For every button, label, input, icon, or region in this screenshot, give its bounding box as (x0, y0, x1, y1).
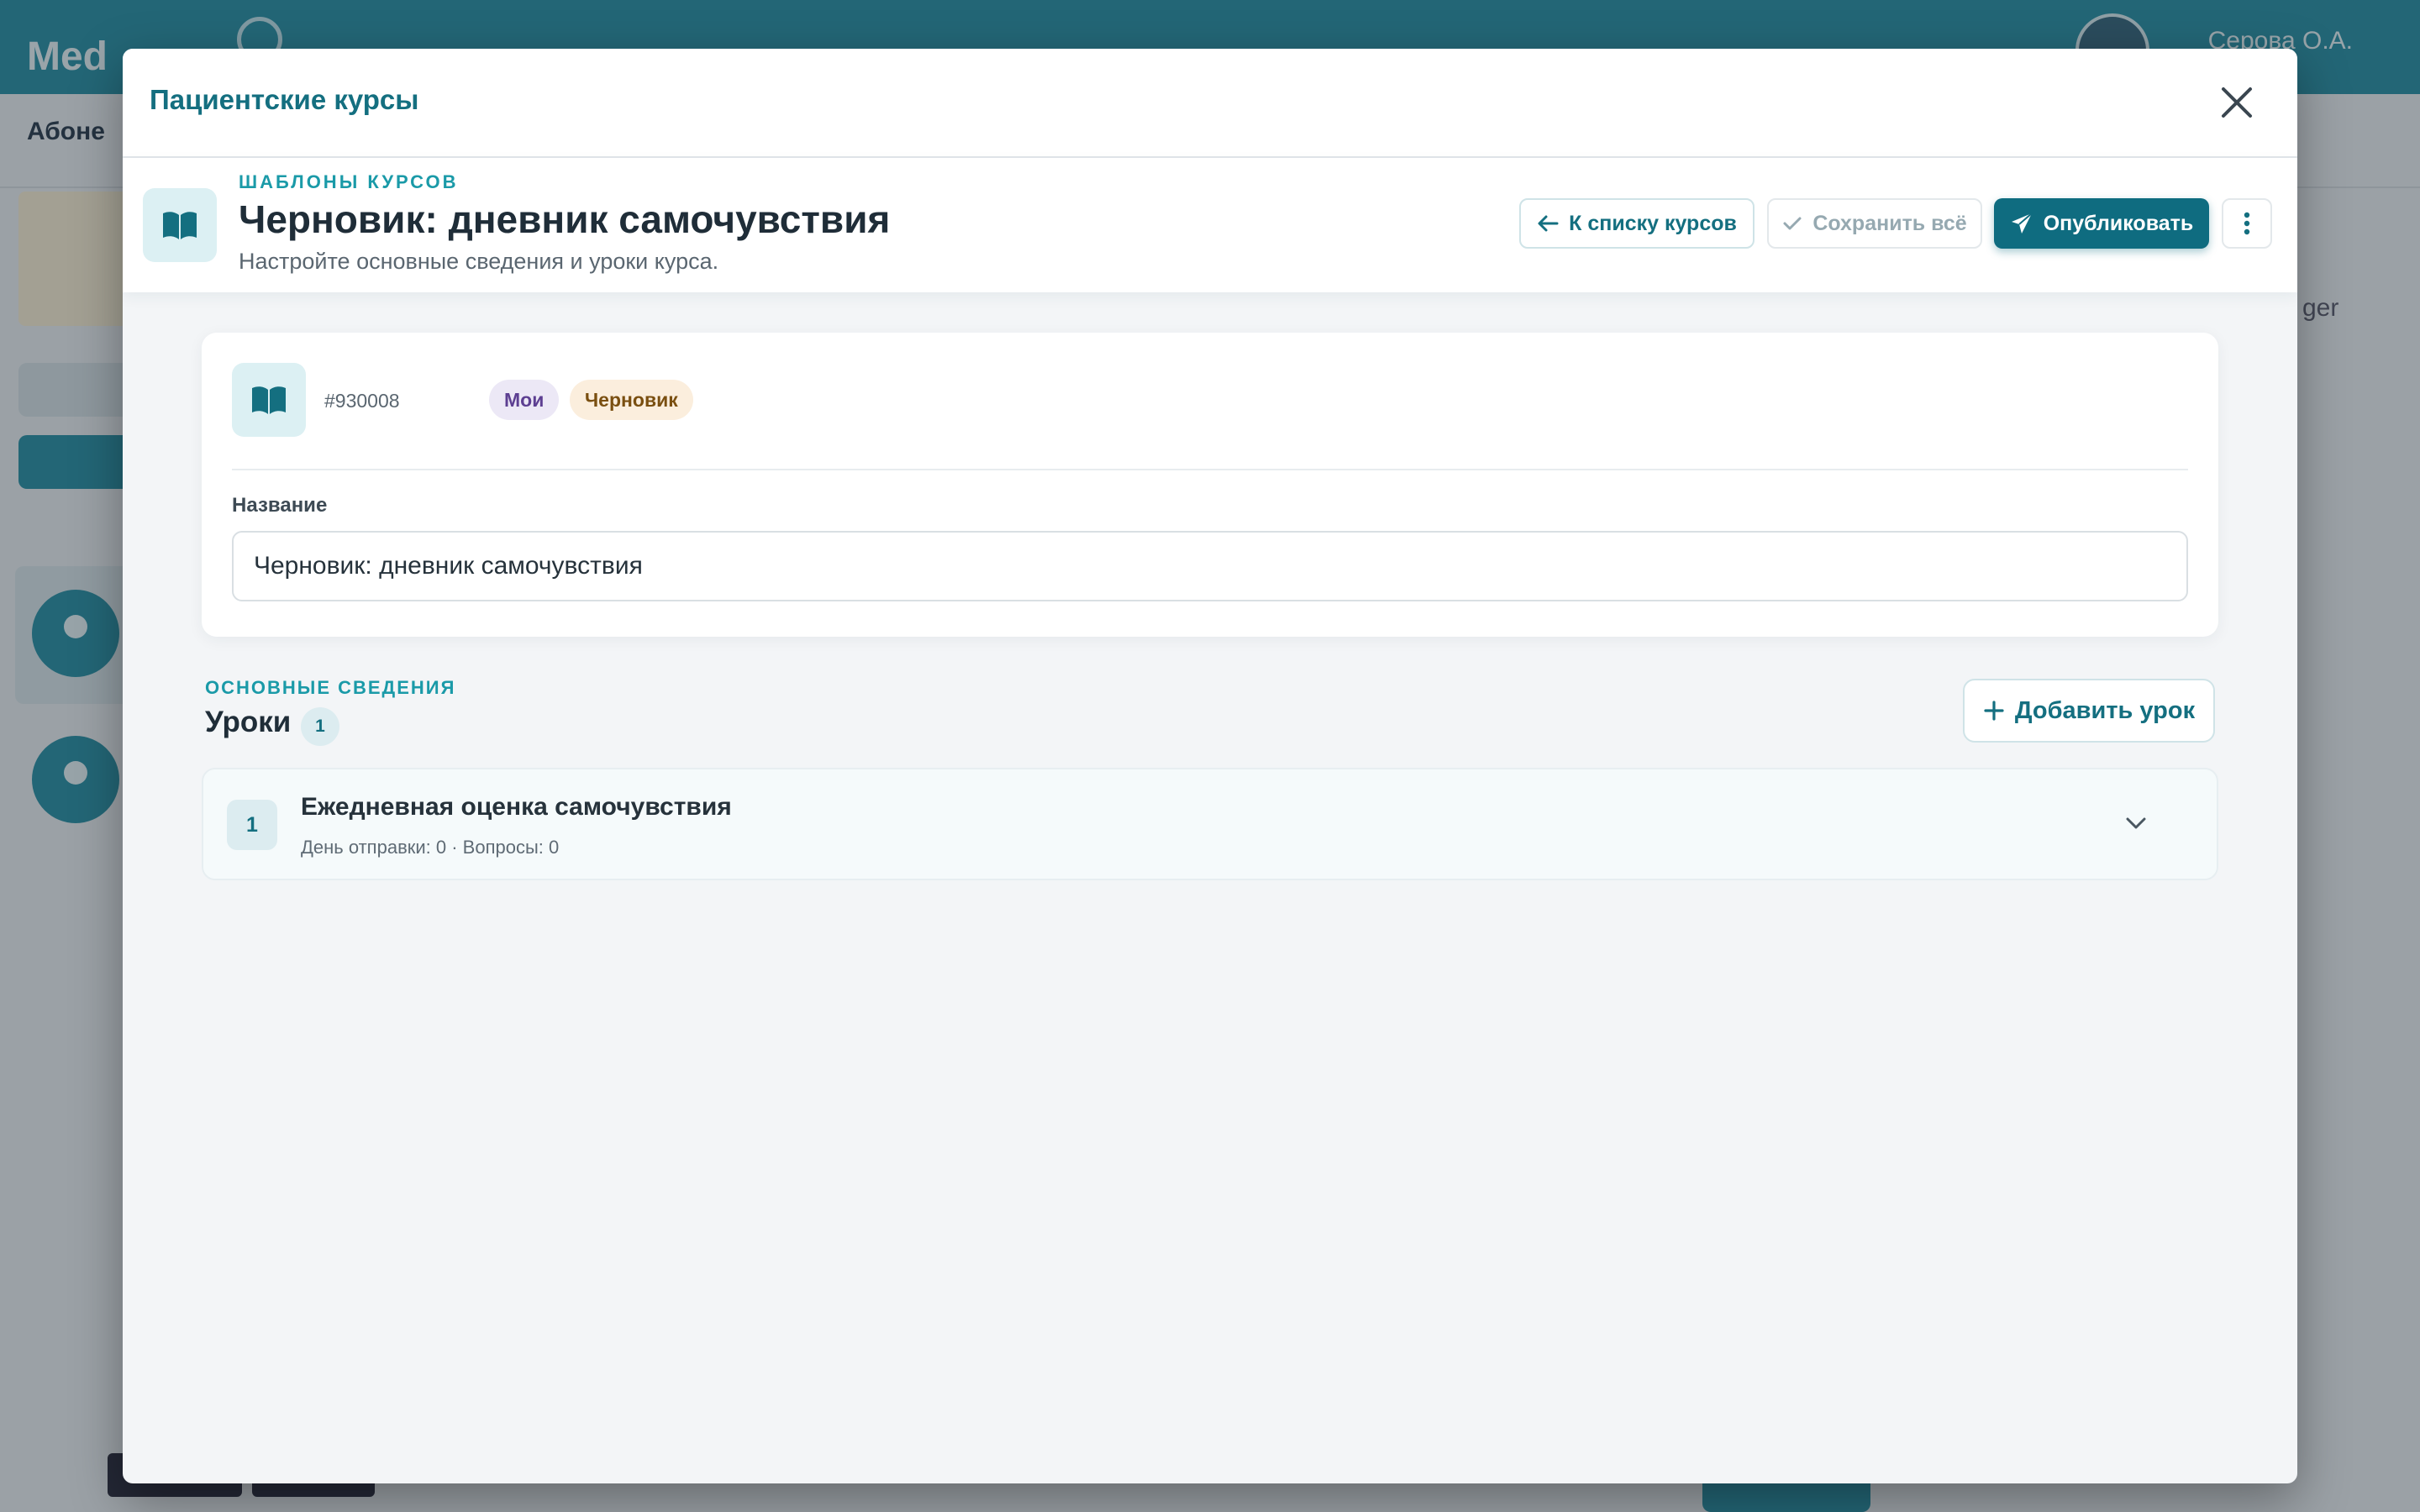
arrow-left-icon (1538, 215, 1559, 232)
add-lesson-label: Добавить урок (2014, 696, 2196, 724)
publish-button[interactable]: Опубликовать (1994, 198, 2209, 249)
plus-icon (1984, 701, 2004, 721)
page-header: ШАБЛОНЫ КУРСОВ Черновик: дневник самочув… (123, 158, 2297, 292)
book-icon (143, 188, 217, 262)
publish-label: Опубликовать (2043, 211, 2194, 235)
send-icon (2011, 213, 2033, 234)
save-all-button[interactable]: Сохранить всё (1767, 198, 1982, 249)
modal-title: Пациентские курсы (150, 84, 419, 115)
chevron-down-icon[interactable] (2119, 806, 2153, 840)
card-divider (232, 469, 2188, 470)
lessons-title: Уроки (205, 706, 292, 738)
page-kicker: ШАБЛОНЫ КУРСОВ (239, 171, 459, 192)
course-info-card: #930008 Мои Черновик Название (202, 333, 2218, 637)
more-vertical-icon (2244, 212, 2250, 235)
course-name-input[interactable] (232, 531, 2188, 601)
close-icon (2222, 87, 2252, 118)
section-kicker: ОСНОВНЫЕ СВЕДЕНИЯ (205, 677, 456, 698)
lesson-meta: День отправки: 0 · Вопросы: 0 (301, 837, 560, 858)
book-icon (232, 363, 306, 437)
page-title: Черновик: дневник самочувствия (239, 197, 891, 241)
course-editor-modal: Пациентские курсы ШАБЛОНЫ КУРСОВ Чернови… (123, 49, 2297, 1483)
status-badge: Черновик (570, 380, 693, 420)
modal-header: Пациентские курсы (123, 49, 2297, 158)
lessons-count-badge: 1 (301, 707, 339, 746)
check-icon (1783, 217, 1802, 230)
close-button[interactable] (2213, 79, 2260, 126)
back-to-list-label: К списку курсов (1569, 211, 1737, 235)
course-id: #930008 (324, 390, 400, 412)
lesson-item[interactable]: 1 Ежедневная оценка самочувствия День от… (202, 768, 2218, 880)
save-all-label: Сохранить всё (1812, 211, 1967, 235)
lesson-number: 1 (227, 800, 277, 850)
page-subtitle: Настройте основные сведения и уроки курс… (239, 249, 719, 274)
more-options-button[interactable] (2222, 198, 2272, 249)
name-field-label: Название (232, 494, 328, 517)
owner-badge: Мои (489, 380, 560, 420)
back-to-list-button[interactable]: К списку курсов (1519, 198, 1754, 249)
add-lesson-button[interactable]: Добавить урок (1963, 679, 2215, 743)
lesson-title: Ежедневная оценка самочувствия (301, 793, 732, 821)
